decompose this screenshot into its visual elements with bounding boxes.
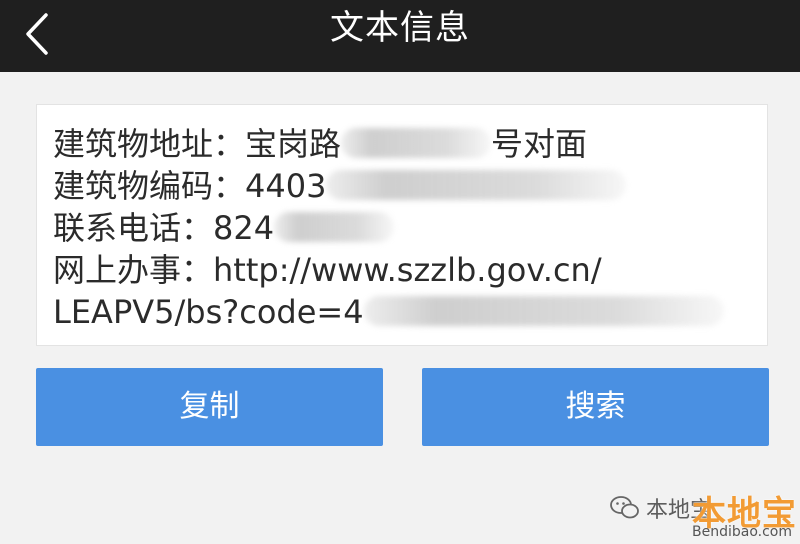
text-line-building-code: 建筑物编码：4403 — [53, 165, 753, 207]
search-button[interactable]: 搜索 — [422, 368, 769, 446]
online-service-label: 网上办事： — [53, 251, 214, 289]
redaction-blur — [326, 170, 627, 200]
url-continued-prefix: LEAPV5/bs?code=4 — [53, 293, 364, 331]
text-content: 建筑物地址：宝岗路 号对面 建筑物编码：4403 联系电话：824 网上办事：ht… — [53, 123, 753, 333]
building-code-prefix: 4403 — [245, 167, 327, 205]
top-bar: 文本信息 — [0, 0, 800, 72]
page-title: 文本信息 — [330, 8, 470, 48]
phone-label: 联系电话： — [53, 209, 214, 247]
text-line-phone: 联系电话：824 — [53, 207, 753, 249]
text-line-address: 建筑物地址：宝岗路 号对面 — [53, 123, 753, 165]
phone-prefix: 824 — [213, 209, 275, 247]
redaction-blur — [274, 212, 395, 242]
text-content-card[interactable]: 建筑物地址：宝岗路 号对面 建筑物编码：4403 联系电话：824 网上办事：ht… — [36, 104, 768, 346]
address-prefix: 宝岗路 — [245, 125, 342, 163]
wechat-icon — [610, 496, 639, 519]
copy-button[interactable]: 复制 — [36, 368, 383, 446]
building-code-label: 建筑物编码： — [53, 167, 246, 205]
text-line-url-continued: LEAPV5/bs?code=4 — [53, 291, 753, 333]
address-label: 建筑物地址： — [53, 125, 246, 163]
online-service-url: http://www.szzlb.gov.cn/ — [213, 251, 602, 289]
watermark-url: Bendibao.com — [692, 524, 793, 540]
redaction-blur — [363, 296, 724, 326]
redaction-blur — [341, 128, 492, 158]
address-suffix: 号对面 — [491, 125, 588, 163]
text-line-online-service: 网上办事：http://www.szzlb.gov.cn/ — [53, 249, 753, 291]
